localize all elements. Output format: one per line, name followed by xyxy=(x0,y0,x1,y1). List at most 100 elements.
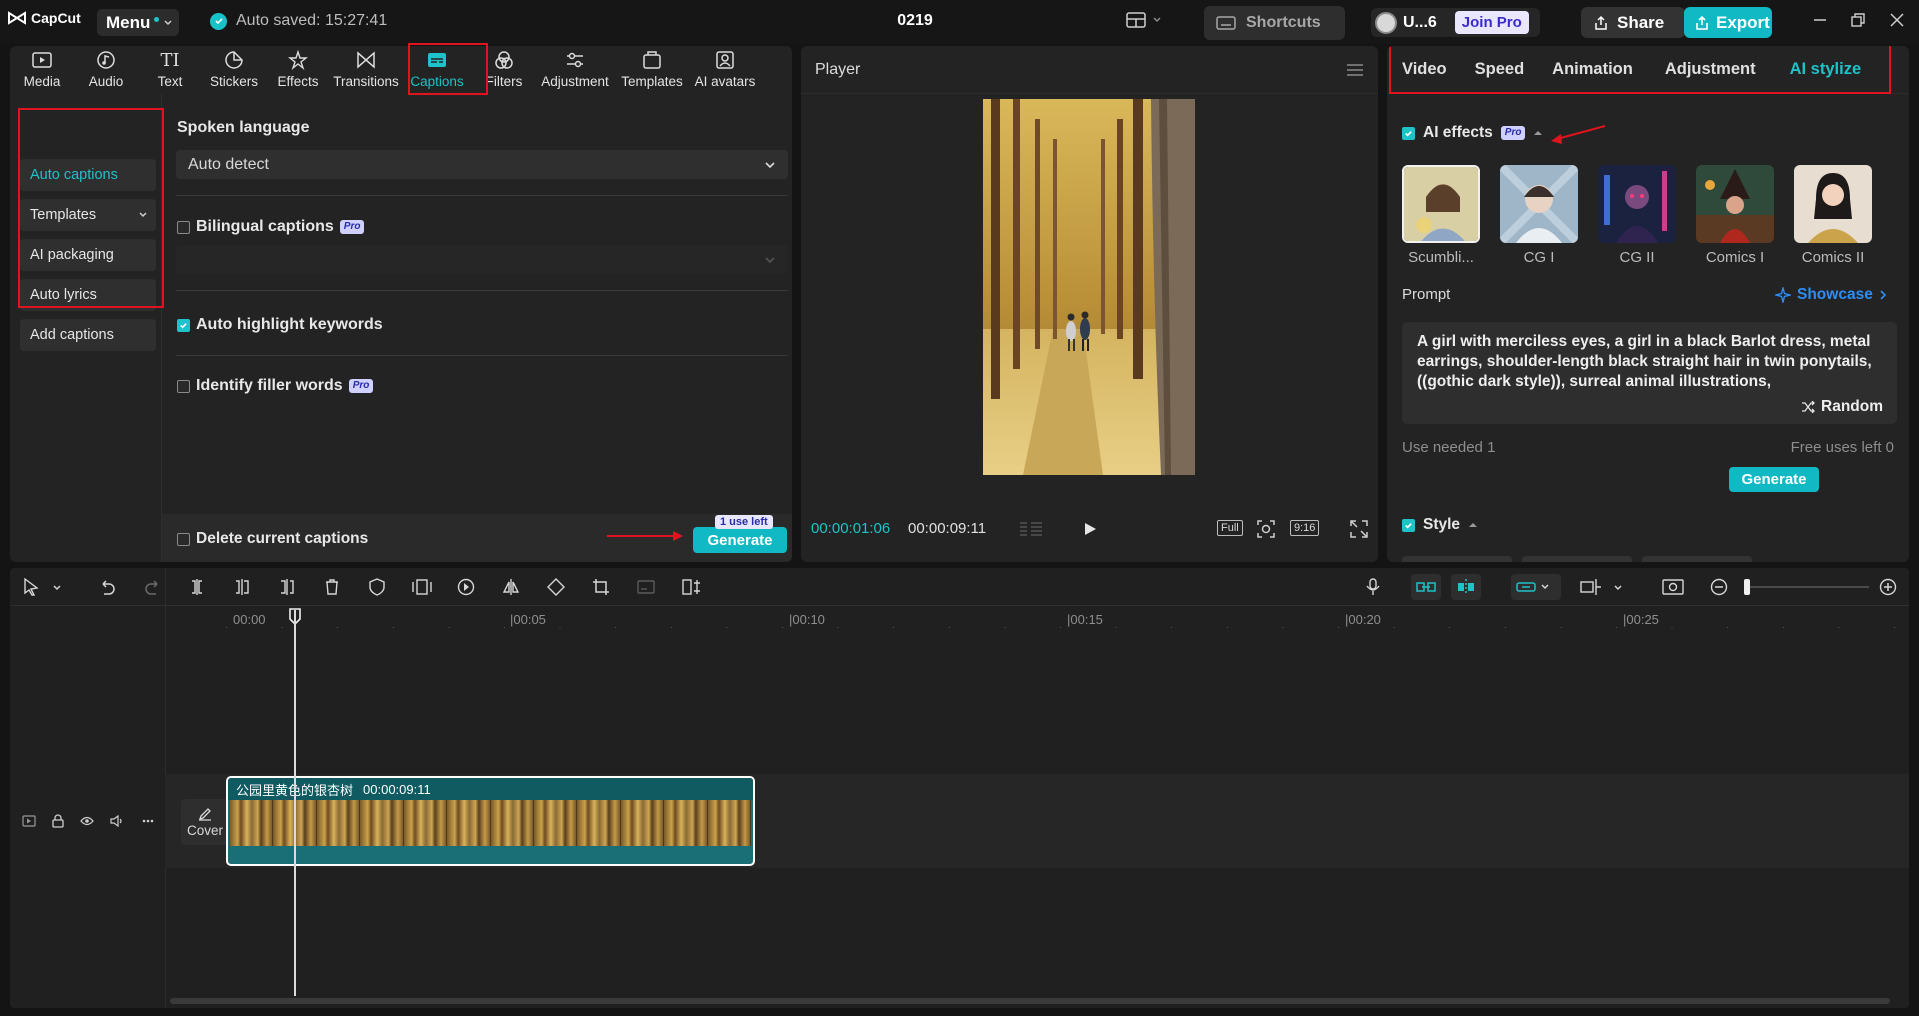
timecode-grid-icon[interactable] xyxy=(1019,521,1043,537)
random-prompt-button[interactable]: Random xyxy=(1801,397,1883,417)
shield-icon[interactable] xyxy=(368,578,386,596)
main-track-magnet-button[interactable] xyxy=(1411,574,1441,600)
subnav-ai-packaging[interactable]: AI packaging xyxy=(20,239,156,271)
filler-words-checkbox[interactable] xyxy=(177,379,190,393)
tab-audio[interactable]: Audio xyxy=(74,46,138,94)
subnav-templates[interactable]: Templates xyxy=(20,199,156,231)
tab-ai-stylize[interactable]: AI stylize xyxy=(1770,60,1876,79)
bilingual-captions-checkbox[interactable] xyxy=(177,220,190,234)
tab-video[interactable]: Video xyxy=(1387,60,1461,79)
menu-button[interactable]: Menu xyxy=(97,9,179,36)
tab-ai-avatars[interactable]: AI avatars xyxy=(690,46,760,94)
chevron-up-icon[interactable] xyxy=(1533,129,1543,137)
zoom-in-icon[interactable] xyxy=(1879,578,1897,596)
generate-captions-button[interactable]: Generate xyxy=(693,527,787,553)
full-quality-button[interactable]: Full xyxy=(1217,520,1243,536)
split-icon[interactable] xyxy=(188,578,206,596)
split-right-icon[interactable] xyxy=(278,578,296,596)
tab-speed[interactable]: Speed xyxy=(1461,60,1539,79)
avatar xyxy=(1375,11,1397,34)
subnav-add-captions[interactable]: Add captions xyxy=(20,319,156,351)
highlight-keywords-checkbox[interactable] xyxy=(177,318,190,332)
pro-badge: Pro xyxy=(1500,126,1526,140)
more-options-icon[interactable] xyxy=(142,819,154,823)
tab-adjustment[interactable]: Adjustment xyxy=(1647,60,1770,79)
subnav-auto-lyrics[interactable]: Auto lyrics xyxy=(20,279,156,311)
tab-captions[interactable]: Captions xyxy=(402,46,472,94)
tab-effects[interactable]: Effects xyxy=(266,46,330,94)
zoom-to-fit-icon[interactable] xyxy=(1662,578,1684,596)
chevron-down-icon[interactable] xyxy=(52,584,62,592)
replace-clip-icon[interactable] xyxy=(682,578,702,596)
rotate-icon[interactable] xyxy=(547,578,565,596)
zoom-out-icon[interactable] xyxy=(1710,578,1728,596)
zoom-slider-handle[interactable] xyxy=(1744,579,1750,595)
clip-frame xyxy=(707,800,752,846)
freeze-frame-icon[interactable] xyxy=(412,578,432,596)
delete-captions-checkbox[interactable] xyxy=(177,532,190,546)
style-thumb-comics-2[interactable] xyxy=(1794,165,1872,243)
caption-edit-icon[interactable] xyxy=(637,578,655,596)
lock-icon[interactable] xyxy=(52,814,64,828)
preview-axis-icon[interactable] xyxy=(1580,578,1602,596)
linkage-button[interactable] xyxy=(1511,574,1561,600)
join-pro-button[interactable]: Join Pro xyxy=(1454,11,1529,34)
delete-icon[interactable] xyxy=(323,578,341,596)
subnav-auto-captions[interactable]: Auto captions xyxy=(20,159,156,191)
share-button[interactable]: Share xyxy=(1581,7,1685,38)
restore-icon[interactable] xyxy=(1850,12,1866,28)
tab-media[interactable]: Media xyxy=(10,46,74,94)
timeline-scrollbar[interactable] xyxy=(170,998,1890,1004)
split-left-icon[interactable] xyxy=(233,578,251,596)
crop-icon[interactable] xyxy=(592,578,610,596)
generate-ai-stylize-button[interactable]: Generate xyxy=(1729,467,1819,492)
screenshot-icon[interactable] xyxy=(1256,519,1276,539)
microphone-icon[interactable] xyxy=(1366,578,1380,596)
title-bar: CapCut Menu Auto saved: 15:27:41 0219 Sh… xyxy=(0,0,1919,44)
tab-filters[interactable]: Filters xyxy=(472,46,536,94)
video-clip[interactable]: 公园里黄色的银杏树 00:00:09:11 xyxy=(226,776,755,866)
auto-snap-button[interactable] xyxy=(1451,574,1481,600)
reverse-play-icon[interactable] xyxy=(457,578,475,596)
chevron-down-icon xyxy=(164,19,172,25)
timeline-panel: 00:00 |00:05 |00:10 |00:15 |00:20 |00:25… xyxy=(10,568,1909,1008)
redo-icon[interactable] xyxy=(144,578,162,596)
style-thumb-comics-1[interactable] xyxy=(1696,165,1774,243)
prompt-textarea[interactable]: A girl with merciless eyes, a girl in a … xyxy=(1402,322,1897,424)
use-needed-text: Use needed 1 xyxy=(1402,439,1496,456)
minimize-icon[interactable] xyxy=(1812,12,1828,28)
chevron-up-icon[interactable] xyxy=(1468,521,1478,529)
video-preview[interactable] xyxy=(983,99,1195,475)
close-icon[interactable] xyxy=(1889,12,1905,28)
speaker-icon[interactable] xyxy=(110,815,124,827)
tab-templates[interactable]: Templates xyxy=(614,46,690,94)
chevron-down-icon[interactable] xyxy=(1613,584,1623,592)
layout-icon xyxy=(1126,12,1146,28)
play-icon[interactable] xyxy=(1082,521,1098,537)
cover-button[interactable]: Cover xyxy=(181,799,229,845)
undo-icon[interactable] xyxy=(98,578,116,596)
showcase-link[interactable]: Showcase xyxy=(1775,286,1887,304)
zoom-slider-track[interactable] xyxy=(1745,586,1869,588)
tab-text[interactable]: TI Text xyxy=(138,46,202,94)
user-account[interactable]: U...6 Join Pro xyxy=(1371,8,1540,37)
layout-button[interactable] xyxy=(1126,12,1162,28)
tab-transitions[interactable]: Transitions xyxy=(330,46,402,94)
eye-icon[interactable] xyxy=(80,816,94,826)
tab-stickers[interactable]: Stickers xyxy=(202,46,266,94)
ai-effects-checkbox[interactable] xyxy=(1402,126,1415,140)
mirror-icon[interactable] xyxy=(502,578,520,596)
spoken-language-select[interactable]: Auto detect xyxy=(176,150,788,179)
style-checkbox[interactable] xyxy=(1402,518,1415,532)
fullscreen-icon[interactable] xyxy=(1349,519,1369,539)
export-button[interactable]: Export xyxy=(1684,7,1772,38)
aspect-ratio-button[interactable]: 9:16 xyxy=(1290,520,1320,536)
shortcuts-button[interactable]: Shortcuts xyxy=(1204,6,1345,40)
tab-animation[interactable]: Animation xyxy=(1538,60,1647,79)
style-thumb-cg-1[interactable] xyxy=(1500,165,1578,243)
style-thumb-scumbling[interactable] xyxy=(1402,165,1480,243)
select-cursor-icon[interactable] xyxy=(23,578,39,596)
style-thumb-cg-2[interactable] xyxy=(1598,165,1676,243)
tab-adjustment[interactable]: Adjustment xyxy=(536,46,614,94)
hamburger-menu-icon[interactable] xyxy=(1346,63,1364,77)
